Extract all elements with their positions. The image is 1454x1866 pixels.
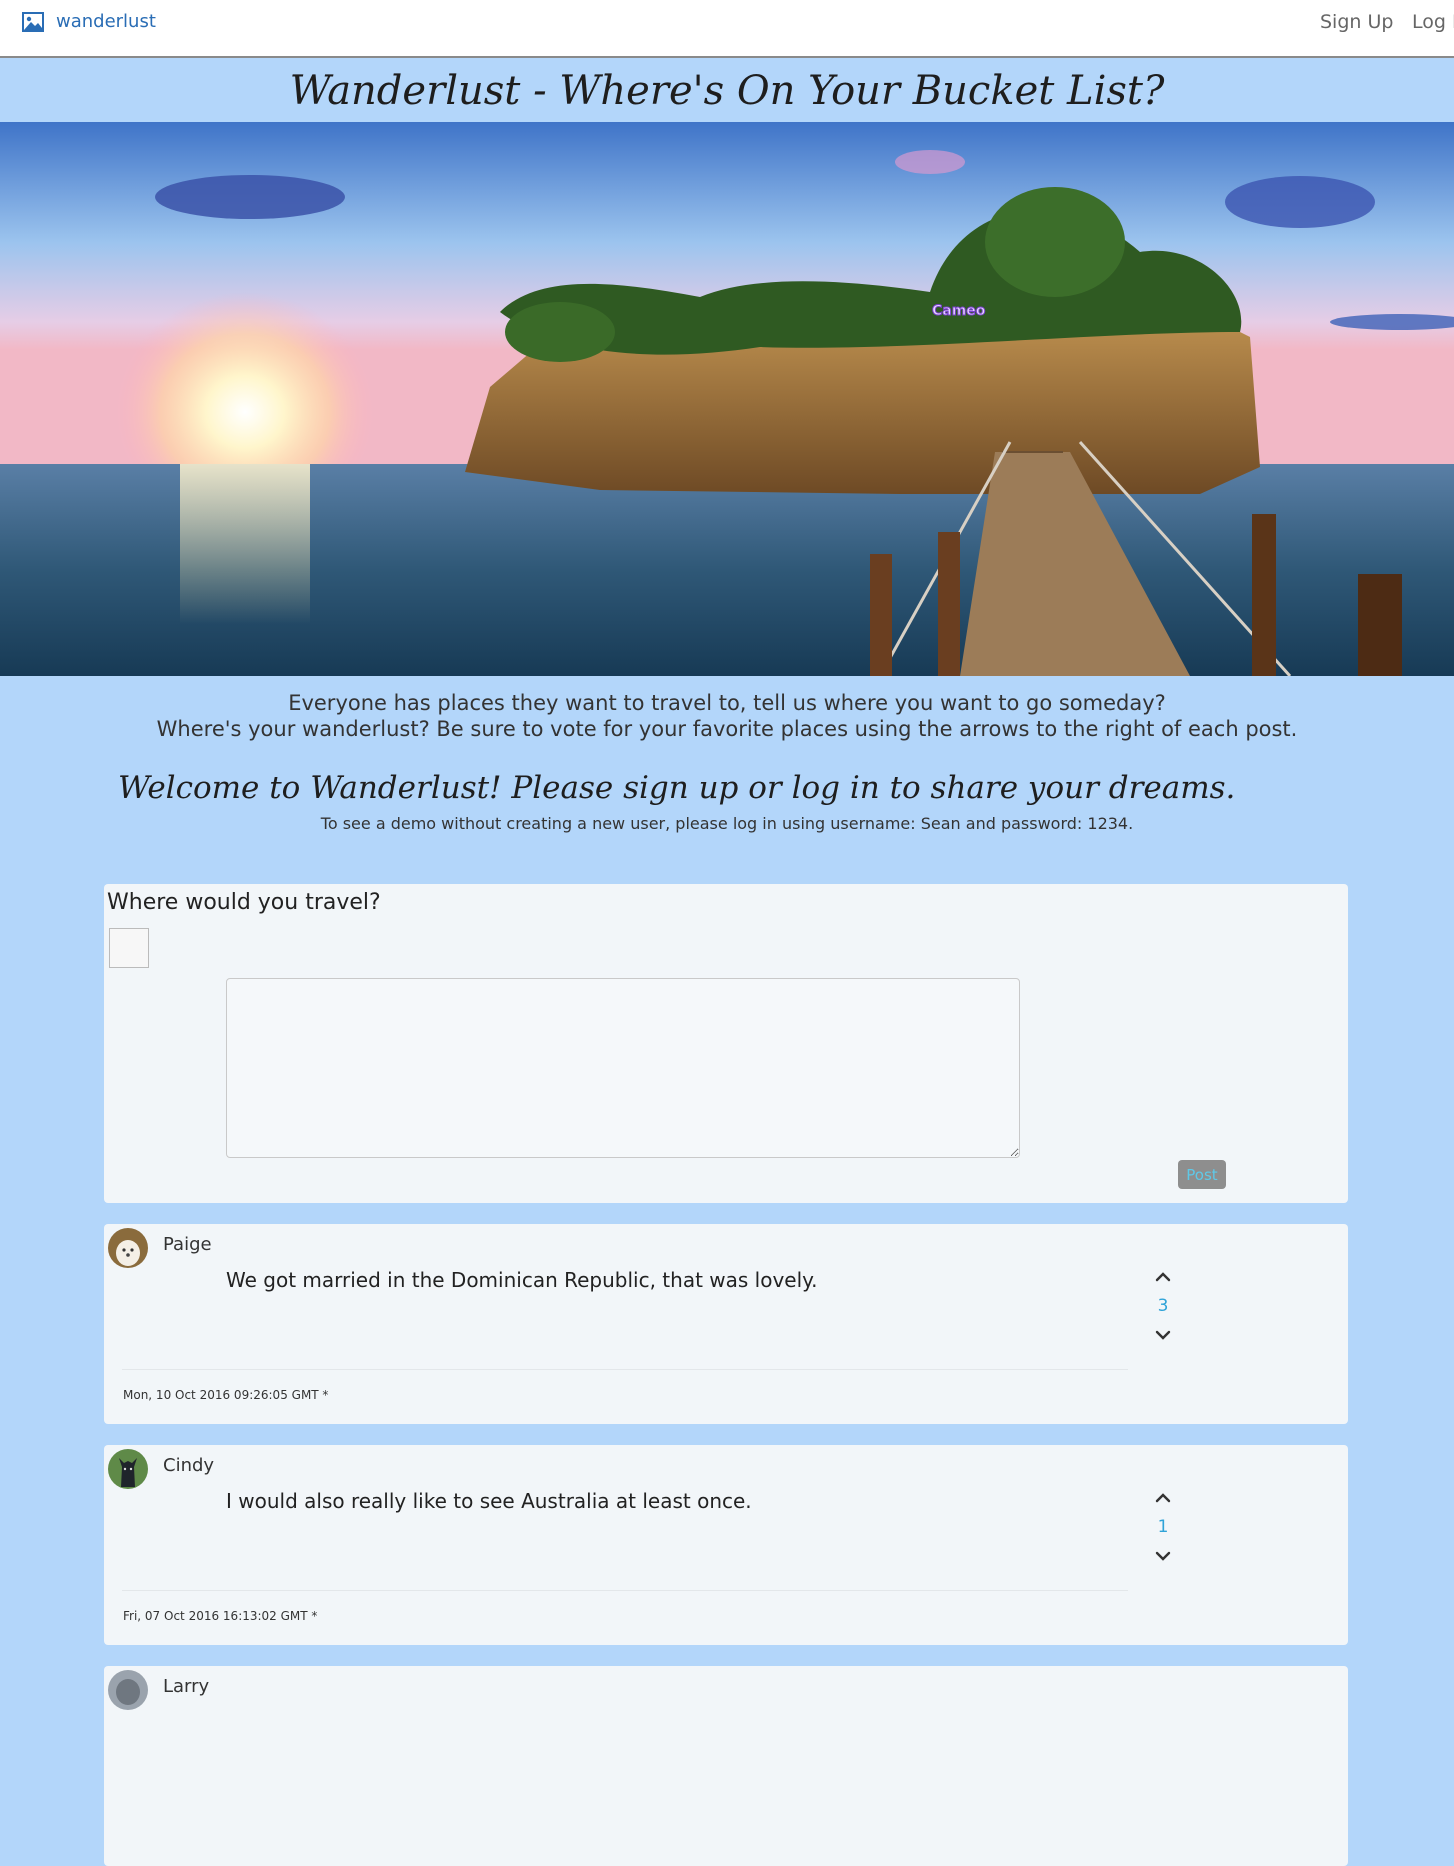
post-button[interactable]: Post — [1178, 1160, 1226, 1189]
post-card: Paige We got married in the Dominican Re… — [104, 1224, 1348, 1424]
intro-line-2: Where's your wanderlust? Be sure to vote… — [156, 717, 1298, 741]
post-textarea[interactable] — [226, 978, 1020, 1158]
upvote-icon[interactable] — [1152, 1269, 1174, 1285]
hero-image: Cameo — [0, 122, 1454, 676]
post-card: Cindy I would also really like to see Au… — [104, 1445, 1348, 1645]
post-divider — [122, 1369, 1128, 1370]
vote-count: 1 — [1157, 1517, 1169, 1537]
intro-text: Everyone has places they want to travel … — [0, 690, 1454, 742]
brand-label: wanderlust — [56, 11, 156, 32]
navbar: wanderlust Sign Up Log In — [0, 0, 1454, 58]
post-text: I would also really like to see Australi… — [226, 1489, 752, 1513]
post-divider — [122, 1590, 1128, 1591]
page-title: Wanderlust - Where's On Your Bucket List… — [289, 68, 1165, 114]
login-link[interactable]: Log In — [1412, 11, 1454, 33]
downvote-icon[interactable] — [1152, 1548, 1174, 1564]
post-card: Larry — [104, 1666, 1348, 1866]
downvote-icon[interactable] — [1152, 1327, 1174, 1343]
post-text: We got married in the Dominican Republic… — [226, 1268, 818, 1292]
welcome-heading: Welcome to Wanderlust! Please sign up or… — [118, 770, 1236, 806]
compose-panel: Where would you travel? Post — [104, 884, 1348, 1203]
post-author[interactable]: Paige — [163, 1234, 212, 1255]
image-icon — [22, 11, 44, 32]
avatar — [108, 1228, 148, 1268]
hero-overlay-text: Cameo — [932, 303, 986, 319]
post-author[interactable]: Larry — [163, 1676, 209, 1697]
post-date: Fri, 07 Oct 2016 16:13:02 GMT * — [123, 1609, 318, 1623]
brand-link[interactable]: wanderlust — [22, 11, 156, 32]
avatar-placeholder — [109, 928, 149, 968]
avatar — [108, 1670, 148, 1710]
upvote-icon[interactable] — [1152, 1490, 1174, 1506]
compose-title: Where would you travel? — [107, 890, 381, 915]
vote-count: 3 — [1157, 1296, 1169, 1316]
demo-note: To see a demo without creating a new use… — [320, 814, 1134, 833]
avatar — [108, 1449, 148, 1489]
signup-link[interactable]: Sign Up — [1320, 11, 1393, 33]
post-date: Mon, 10 Oct 2016 09:26:05 GMT * — [123, 1388, 329, 1402]
intro-line-1: Everyone has places they want to travel … — [288, 691, 1166, 715]
post-author[interactable]: Cindy — [163, 1455, 214, 1476]
